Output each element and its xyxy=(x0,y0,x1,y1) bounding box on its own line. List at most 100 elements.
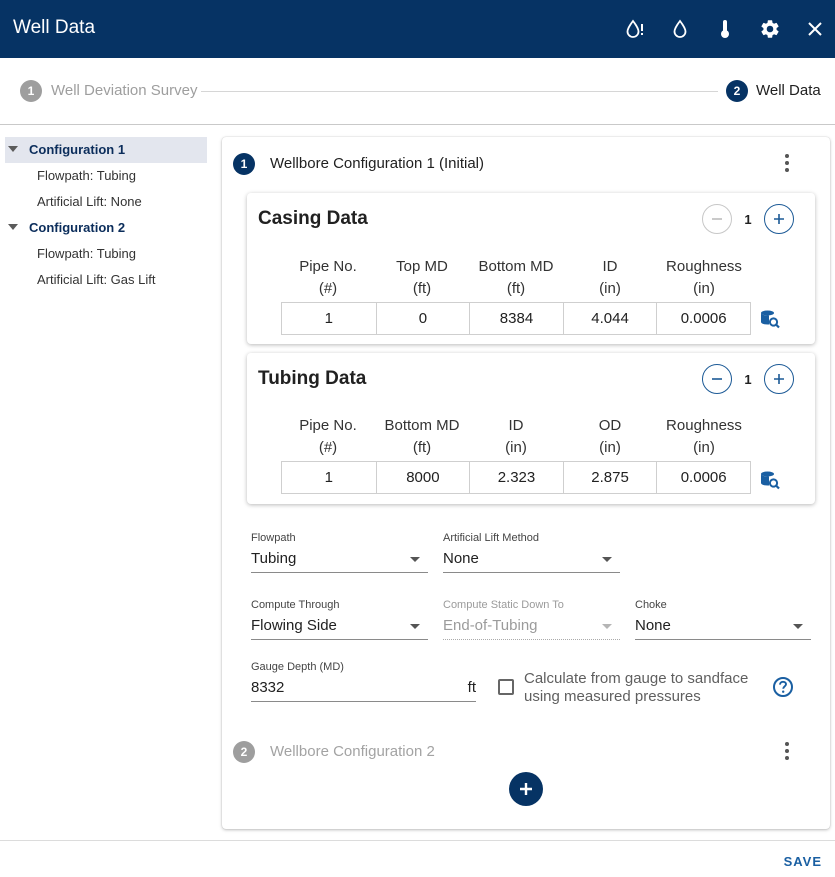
table-cell[interactable]: 1 xyxy=(282,462,376,493)
app-bar: Well Data xyxy=(0,0,835,58)
table-cell[interactable]: 8000 xyxy=(375,462,470,493)
close-icon[interactable] xyxy=(801,15,829,43)
wellbore-1-number: 1 xyxy=(233,153,255,175)
database-search-icon[interactable] xyxy=(759,308,781,330)
column-header: Bottom MD (ft) xyxy=(478,258,554,297)
more-vert-icon[interactable] xyxy=(777,151,797,175)
dropdown-arrow-icon xyxy=(602,557,612,562)
calculate-label-line-2: using measured pressures xyxy=(524,688,701,705)
dropdown-arrow-icon xyxy=(793,624,803,629)
caret-down-icon[interactable] xyxy=(8,224,18,230)
thermometer-icon[interactable] xyxy=(711,15,739,43)
column-header: Top MD (ft) xyxy=(396,258,448,297)
plus-icon xyxy=(520,783,532,795)
tubing-count: 1 xyxy=(744,372,752,387)
casing-table-row: 1 0 8384 4.044 0.0006 xyxy=(281,302,751,335)
table-cell[interactable]: 0.0006 xyxy=(656,462,750,493)
step-2-label[interactable]: Well Data xyxy=(756,81,821,101)
gear-icon[interactable] xyxy=(756,15,784,43)
column-header: Bottom MD (ft) xyxy=(384,417,460,456)
tree-item-configuration-1[interactable]: Configuration 1 xyxy=(5,137,207,163)
artificial-lift-value-box[interactable]: None xyxy=(443,549,620,573)
column-header: Pipe No. (#) xyxy=(299,258,357,297)
footer-bar: SAVE xyxy=(0,840,835,877)
table-cell[interactable]: 1 xyxy=(282,303,376,334)
step-connector xyxy=(201,91,718,92)
gauge-depth-value: 8332 xyxy=(251,679,285,696)
column-header: OD (in) xyxy=(598,417,622,456)
caret-down-icon[interactable] xyxy=(8,146,18,152)
calculate-label-line-1: Calculate from gauge to sandface xyxy=(524,670,749,687)
table-cell[interactable]: 4.044 xyxy=(562,303,657,334)
tree-item-label: Artificial Lift: None xyxy=(37,194,142,209)
tree-item-label: Configuration 1 xyxy=(29,142,126,157)
tubing-table-header: Pipe No. (#) Bottom MD (ft) ID (in) OD (in) … xyxy=(281,415,751,459)
artificial-lift-select[interactable]: Artificial Lift Method None xyxy=(443,531,620,573)
stepper: 1 Well Deviation Survey 2 Well Data xyxy=(0,58,835,125)
compute-static-select: Compute Static Down To End-of-Tubing xyxy=(443,598,620,640)
table-cell[interactable]: 0 xyxy=(375,303,470,334)
step-1-label[interactable]: Well Deviation Survey xyxy=(51,81,197,101)
compute-through-label: Compute Through xyxy=(251,599,340,611)
add-wellbore-button[interactable] xyxy=(509,772,543,806)
choke-select[interactable]: Choke None xyxy=(635,598,811,640)
casing-count: 1 xyxy=(744,212,752,227)
tubing-table-row: 1 8000 2.323 2.875 0.0006 xyxy=(281,461,751,494)
water-drop-alert-icon[interactable] xyxy=(621,15,649,43)
wellbore-2-title[interactable]: Wellbore Configuration 2 xyxy=(270,742,435,762)
column-header: Roughness (in) xyxy=(666,417,742,456)
tree-item-configuration-2[interactable]: Configuration 2 xyxy=(5,215,207,241)
database-search-icon[interactable] xyxy=(759,469,781,491)
choke-value-box[interactable]: None xyxy=(635,616,811,640)
compute-static-value-box: End-of-Tubing xyxy=(443,616,620,640)
choke-label: Choke xyxy=(635,599,667,611)
tree-item-flowpath[interactable]: Flowpath: Tubing xyxy=(5,163,207,189)
column-header: Pipe No. (#) xyxy=(299,417,357,456)
wellbore-2-number: 2 xyxy=(233,741,255,763)
remove-casing-button[interactable] xyxy=(702,204,732,234)
tree-item-label: Flowpath: Tubing xyxy=(37,168,137,183)
column-header: ID (in) xyxy=(599,258,621,297)
add-casing-button[interactable] xyxy=(764,204,794,234)
tree-item-artificial-lift[interactable]: Artificial Lift: None xyxy=(5,189,207,215)
gauge-depth-field[interactable]: Gauge Depth (MD) 8332 ft xyxy=(251,660,476,702)
calculate-from-gauge-checkbox[interactable] xyxy=(498,679,514,695)
compute-through-select[interactable]: Compute Through Flowing Side xyxy=(251,598,428,640)
save-button[interactable]: SAVE xyxy=(784,854,822,869)
flowpath-value-box[interactable]: Tubing xyxy=(251,549,428,573)
gauge-depth-input[interactable]: 8332 ft xyxy=(251,678,476,702)
artificial-lift-value: None xyxy=(443,550,479,567)
tree-item-flowpath[interactable]: Flowpath: Tubing xyxy=(5,241,207,267)
flowpath-value: Tubing xyxy=(251,550,297,567)
tree-item-label: Artificial Lift: Gas Lift xyxy=(37,272,156,287)
remove-tubing-button[interactable] xyxy=(702,364,732,394)
compute-through-value-box[interactable]: Flowing Side xyxy=(251,616,428,640)
table-cell[interactable]: 2.875 xyxy=(562,462,657,493)
table-cell[interactable]: 2.323 xyxy=(469,462,563,493)
water-drop-icon[interactable] xyxy=(666,15,694,43)
tree-item-artificial-lift[interactable]: Artificial Lift: Gas Lift xyxy=(5,267,207,293)
tree-item-label: Flowpath: Tubing xyxy=(37,246,137,261)
wellbore-1-title[interactable]: Wellbore Configuration 1 (Initial) xyxy=(270,154,484,174)
column-header: Roughness (in) xyxy=(666,258,742,297)
dropdown-arrow-icon xyxy=(410,624,420,629)
more-vert-icon[interactable] xyxy=(777,739,797,763)
config-tree: Configuration 1 Flowpath: Tubing Artific… xyxy=(5,137,207,293)
casing-data-card: Casing Data 1 Pipe No. (#) Top MD (ft) Bot… xyxy=(247,193,815,344)
step-2-number[interactable]: 2 xyxy=(726,80,748,102)
help-icon[interactable] xyxy=(772,676,794,698)
tubing-data-card: Tubing Data 1 Pipe No. (#) Bottom MD (ft) … xyxy=(247,353,815,504)
gauge-depth-label: Gauge Depth (MD) xyxy=(251,661,344,673)
artificial-lift-label: Artificial Lift Method xyxy=(443,532,539,544)
tubing-data-title: Tubing Data xyxy=(258,368,367,389)
step-1-number[interactable]: 1 xyxy=(20,80,42,102)
compute-static-value: End-of-Tubing xyxy=(443,617,538,634)
app-title: Well Data xyxy=(13,17,96,38)
casing-data-title: Casing Data xyxy=(258,208,368,229)
table-cell[interactable]: 0.0006 xyxy=(656,303,750,334)
flowpath-select[interactable]: Flowpath Tubing xyxy=(251,531,428,573)
add-tubing-button[interactable] xyxy=(764,364,794,394)
table-cell[interactable]: 8384 xyxy=(469,303,563,334)
calculate-from-gauge-label[interactable]: Calculate from gauge to sandface using m… xyxy=(524,670,748,706)
column-header: ID (in) xyxy=(505,417,527,456)
